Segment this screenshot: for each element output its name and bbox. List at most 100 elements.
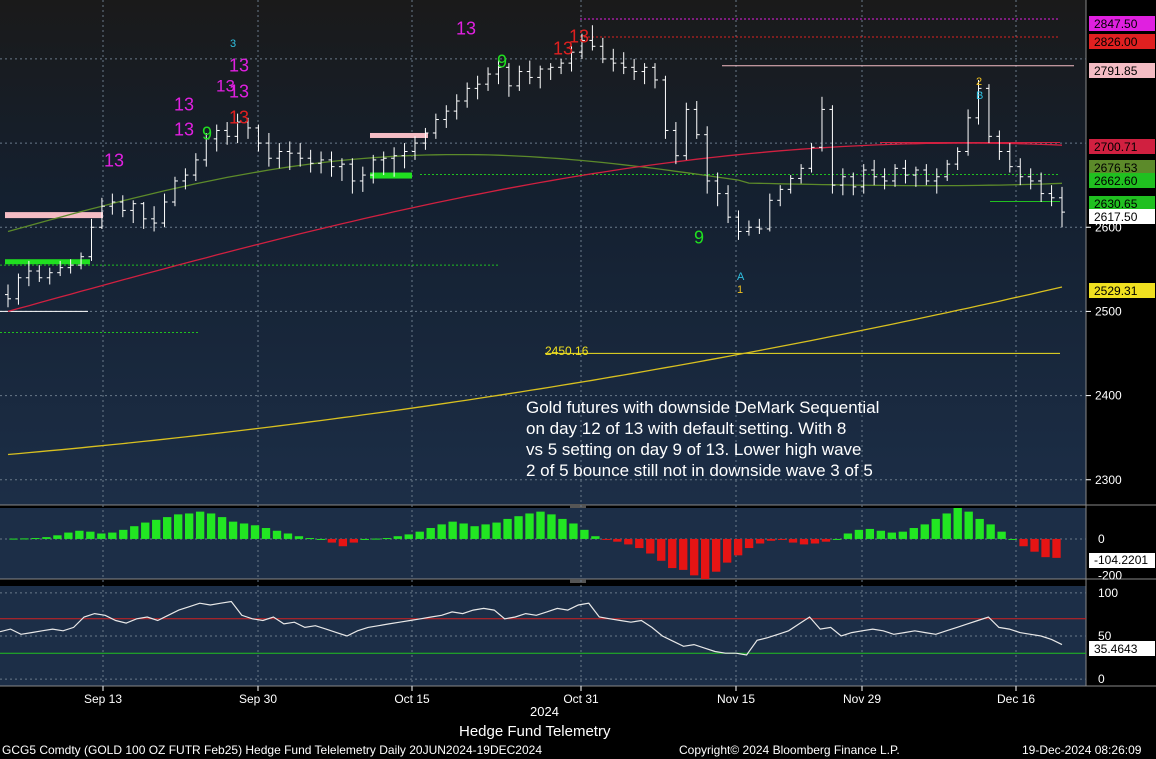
count-label: 13 (174, 94, 194, 114)
count-label: 13 (229, 55, 249, 75)
histogram-bar (821, 538, 831, 542)
y-tick-label: 100 (1098, 586, 1118, 600)
histogram-bar (250, 525, 260, 539)
histogram-bar (558, 518, 567, 539)
histogram-bar (536, 511, 545, 539)
histogram-bar (624, 538, 633, 545)
histogram-bar (437, 524, 446, 539)
histogram-bar (898, 531, 907, 539)
histogram-bar (657, 538, 666, 561)
histogram-bar (470, 526, 479, 539)
green-band (370, 172, 412, 179)
histogram-bar (986, 524, 995, 539)
count-label: 9 (202, 123, 212, 143)
annotation-line-1: Gold futures with downside DeMark Sequen… (526, 398, 879, 417)
histogram-bar (163, 517, 172, 539)
histogram-bar (31, 538, 40, 540)
histogram-bar (20, 538, 29, 540)
histogram-bar (525, 513, 534, 539)
count-label: 13 (104, 150, 124, 170)
histogram-bar (964, 511, 973, 539)
histogram-bar (766, 538, 776, 541)
footer-center: Copyright© 2024 Bloomberg Finance L.P. (679, 743, 900, 757)
count-label: B (976, 90, 983, 102)
histogram-bar (239, 523, 249, 539)
histogram-bar (701, 538, 710, 579)
count-label: 9 (694, 227, 704, 247)
hist-last-label: -104.2201 (1094, 553, 1148, 567)
histogram-bar (64, 532, 73, 539)
count-label: 13 (553, 38, 573, 58)
y-tick-label: 0 (1098, 532, 1105, 546)
histogram-bar (876, 530, 886, 539)
x-tick-label: Sep 30 (239, 692, 277, 706)
value-label-text: 2847.50 (1094, 17, 1138, 31)
annotation-line-4: 2 of 5 bounce still not in downside wave… (526, 461, 873, 480)
histogram-bar (184, 513, 194, 539)
annotation-line-2: on day 12 of 13 with default setting. Wi… (526, 419, 846, 438)
histogram-bar (591, 536, 600, 539)
histogram-bar (481, 524, 490, 539)
value-label-text: 2529.31 (1094, 284, 1138, 298)
histogram-bar (810, 538, 820, 544)
annotation-line-3: vs 5 setting on day 9 of 13. Lower high … (526, 440, 861, 459)
histogram-bar (722, 538, 732, 563)
histogram-bar (152, 519, 161, 539)
histogram-bar (261, 528, 271, 539)
histogram-bar (217, 517, 227, 539)
histogram-bar (141, 522, 150, 539)
count-label: 13 (174, 119, 194, 139)
histogram-bar (42, 537, 51, 539)
histogram-bar (799, 538, 809, 545)
histogram-bar (635, 538, 644, 549)
histogram-bar (1019, 538, 1028, 547)
count-label: 13 (229, 81, 249, 101)
histogram-bar (733, 538, 743, 556)
histogram-bar (909, 528, 918, 539)
histogram-bar (393, 536, 402, 539)
year-label: 2024 (530, 704, 559, 719)
reference-line-label: 2450.16 (545, 344, 589, 358)
histogram-bar (338, 538, 348, 547)
histogram-bar (569, 523, 578, 539)
oscillator-panel (0, 586, 1086, 686)
histogram-bar (426, 528, 435, 539)
pink-band (5, 212, 103, 219)
histogram-bar (854, 529, 864, 539)
histogram-bar (997, 531, 1006, 539)
value-label-text: 2617.50 (1094, 210, 1138, 224)
x-tick-label: Oct 15 (394, 692, 430, 706)
histogram-bar (832, 538, 842, 540)
histogram-bar (492, 522, 501, 539)
histogram-bar (97, 533, 106, 539)
histogram-bar (404, 534, 413, 539)
histogram-bar (1052, 538, 1061, 558)
x-tick-label: Dec 16 (997, 692, 1035, 706)
histogram-bar (272, 530, 282, 539)
count-label: 13 (456, 18, 476, 38)
histogram-bar (514, 516, 523, 539)
histogram-bar (228, 521, 238, 539)
histogram-bar (690, 538, 699, 576)
y-tick-label: -200 (1098, 568, 1122, 582)
y-tick-label: 2500 (1095, 304, 1122, 318)
value-label-text: 2662.60 (1094, 174, 1138, 188)
x-axis-ticks: Sep 13 Sep 30 Oct 15 Oct 31 Nov 15 Nov 29 Dec … (84, 686, 1035, 706)
histogram-bar (1030, 538, 1039, 552)
histogram-bar (1008, 538, 1017, 540)
histogram-bar (108, 532, 117, 539)
count-label: 13 (229, 107, 249, 127)
histogram-bar (206, 513, 216, 539)
histogram-bar (711, 538, 721, 572)
histogram-bar (459, 523, 468, 539)
histogram-bar (305, 538, 315, 540)
footer-left: GCG5 Comdty (GOLD 100 OZ FUTR Feb25) Hed… (2, 743, 542, 757)
x-tick-label: Nov 29 (843, 692, 881, 706)
chart-title: Hedge Fund Telemetry (459, 723, 611, 740)
chart-svg: 131313131313131313139993AB21 23002400250… (0, 0, 1156, 757)
histogram-bar (327, 538, 337, 543)
value-label-text: 2826.00 (1094, 35, 1138, 49)
histogram-bar (668, 538, 677, 569)
histogram-bar (755, 538, 765, 544)
histogram-bar (130, 526, 139, 539)
